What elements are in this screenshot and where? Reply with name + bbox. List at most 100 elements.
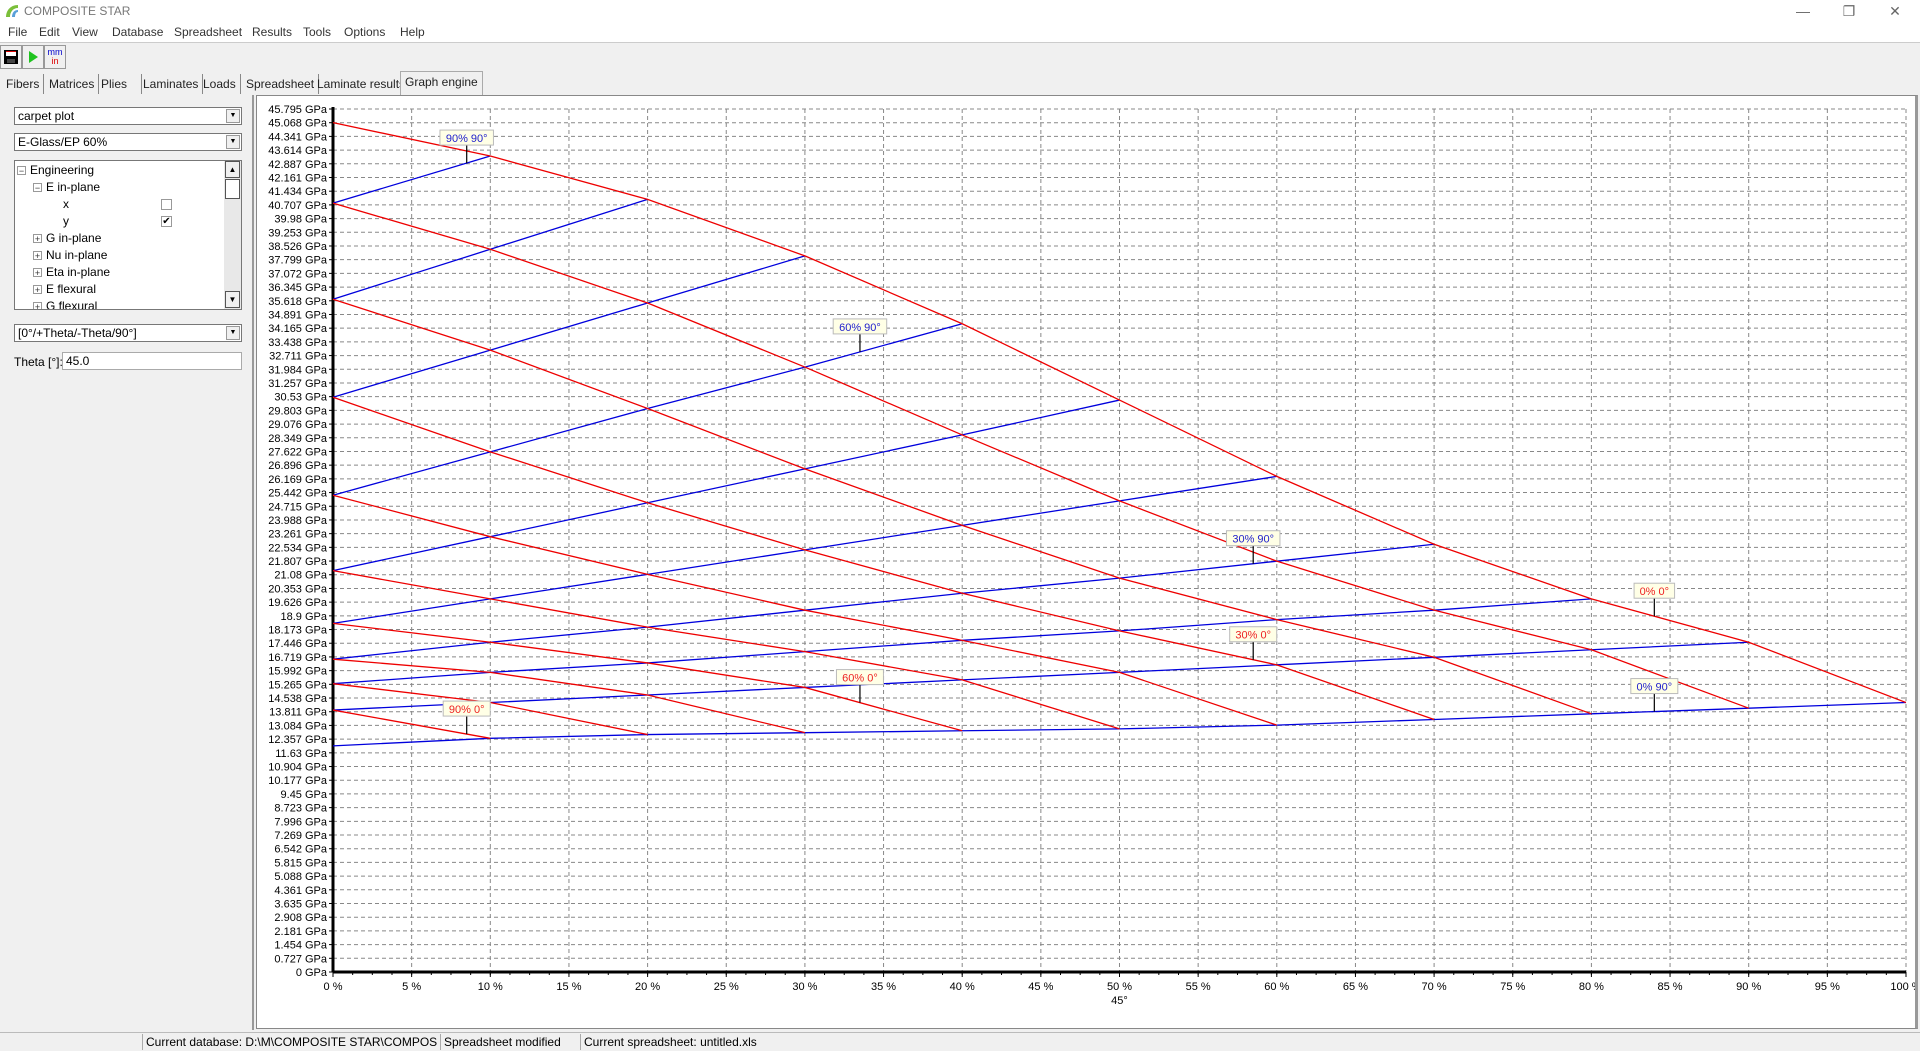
chevron-down-icon[interactable]: ▼ [226, 109, 240, 123]
y-tick-label: 15.265 GPa [268, 679, 328, 691]
tab-graph-engine[interactable]: Graph engine [400, 71, 483, 95]
menu-database[interactable]: Database [112, 25, 163, 39]
y-tick-label: 2.181 GPa [274, 926, 327, 938]
tab-fibers[interactable]: Fibers [2, 74, 45, 94]
y-tick-label: 10.177 GPa [268, 775, 328, 787]
property-tree[interactable]: − Engineering − E in-plane x y ✔ + G in-pla… [14, 160, 242, 310]
run-button[interactable] [22, 45, 44, 69]
plot-type-select[interactable]: carpet plot ▼ [14, 107, 242, 125]
tree-label: E flexural [46, 282, 97, 296]
tree-leaf-y[interactable]: y [63, 213, 69, 230]
menu-spreadsheet[interactable]: Spreadsheet [174, 25, 242, 39]
restore-button[interactable]: ❐ [1826, 0, 1872, 22]
tree-node-e-flexural[interactable]: + E flexural [33, 281, 96, 298]
chevron-down-icon[interactable]: ▼ [226, 135, 240, 149]
expand-icon[interactable]: + [33, 268, 42, 278]
play-icon [29, 51, 38, 63]
x-tick-label: 50 % [1107, 981, 1132, 993]
chart-frame: 0 GPa 0.727 GPa 1.454 GPa 2.181 GPa 2.908 GP… [256, 95, 1918, 1029]
x-tick-label: 0 % [324, 981, 343, 993]
status-modified: Spreadsheet modified [440, 1034, 578, 1050]
checkmark-icon: ✔ [162, 216, 171, 227]
expand-icon[interactable]: + [33, 251, 42, 261]
y-tick-label: 14.538 GPa [268, 693, 328, 705]
y-tick-label: 44.341 GPa [268, 131, 328, 143]
y-tick-label: 39.98 GPa [274, 214, 327, 226]
tab-laminates[interactable]: Laminates [139, 74, 204, 94]
expand-icon[interactable]: + [33, 234, 42, 244]
y-tick-label: 43.614 GPa [268, 145, 328, 157]
layup-select[interactable]: [0°/+Theta/-Theta/90°] ▼ [14, 324, 242, 342]
y-tick-label: 5.815 GPa [274, 857, 327, 869]
menu-help[interactable]: Help [400, 25, 425, 39]
material-select[interactable]: E-Glass/EP 60% ▼ [14, 133, 242, 151]
y-tick-label: 27.622 GPa [268, 446, 328, 458]
x-axis-title: 45° [1111, 995, 1128, 1007]
annotation-label: 0% 90° [1637, 682, 1673, 694]
scroll-down-icon[interactable]: ▼ [225, 291, 240, 308]
scroll-up-icon[interactable]: ▲ [225, 161, 240, 178]
y-tick-label: 0.727 GPa [274, 953, 327, 965]
y-tick-label: 13.084 GPa [268, 720, 328, 732]
y-tick-label: 20.353 GPa [268, 583, 328, 595]
tree-label: G flexural [46, 299, 98, 310]
tab-strip: Fibers Matrices Plies Laminates Loads Sp… [0, 71, 1920, 95]
minimize-button[interactable]: — [1780, 0, 1826, 22]
scroll-thumb[interactable] [225, 179, 240, 199]
collapse-icon[interactable]: − [17, 166, 26, 176]
x-tick-label: 40 % [950, 981, 975, 993]
minimize-icon: — [1796, 3, 1810, 19]
units-toggle-button[interactable]: mm in [44, 45, 66, 69]
tree-node-engineering[interactable]: − Engineering [17, 162, 94, 179]
layup-value: [0°/+Theta/-Theta/90°] [18, 326, 137, 340]
y-tick-label: 12.357 GPa [268, 734, 328, 746]
menu-options[interactable]: Options [344, 25, 385, 39]
y-tick-label: 29.803 GPa [268, 405, 328, 417]
y-tick-label: 7.269 GPa [274, 830, 327, 842]
y-tick-label: 21.08 GPa [274, 570, 327, 582]
save-button[interactable] [0, 45, 22, 69]
chevron-down-icon[interactable]: ▼ [226, 326, 240, 340]
tab-spreadsheet[interactable]: Spreadsheet [242, 74, 320, 94]
tab-matrices[interactable]: Matrices [45, 74, 100, 94]
tree-node-e-in-plane[interactable]: − E in-plane [33, 179, 100, 196]
tree-label: E in-plane [46, 180, 101, 194]
tree-scrollbar[interactable]: ▲ ▼ [224, 161, 241, 309]
tree-node-eta-in-plane[interactable]: + Eta in-plane [33, 264, 110, 281]
y-tick-label: 37.072 GPa [268, 268, 328, 280]
tree-node-g-flexural[interactable]: + G flexural [33, 298, 98, 310]
units-in-label: in [51, 56, 59, 66]
close-button[interactable]: ✕ [1872, 0, 1918, 22]
collapse-icon[interactable]: − [33, 183, 42, 193]
y-tick-label: 3.635 GPa [274, 899, 327, 911]
y-tick-label: 11.63 GPa [275, 748, 328, 760]
y-tick-label: 26.169 GPa [268, 474, 328, 486]
theta-input[interactable]: 45.0 [62, 352, 242, 370]
menu-tools[interactable]: Tools [303, 25, 331, 39]
tree-label: Engineering [30, 163, 95, 177]
expand-icon[interactable]: + [33, 285, 42, 295]
tree-node-nu-in-plane[interactable]: + Nu in-plane [33, 247, 107, 264]
menu-results[interactable]: Results [252, 25, 292, 39]
expand-icon[interactable]: + [33, 302, 42, 309]
x-tick-label: 60 % [1264, 981, 1289, 993]
checkbox-y[interactable]: ✔ [161, 216, 172, 227]
toolbar: mm in [0, 43, 1920, 71]
y-tick-label: 22.534 GPa [268, 542, 328, 554]
y-tick-label: 42.887 GPa [268, 159, 328, 171]
window-title: COMPOSITE STAR [24, 4, 131, 18]
x-tick-label: 95 % [1815, 981, 1840, 993]
y-tick-label: 34.165 GPa [268, 323, 328, 335]
tree-leaf-x[interactable]: x [63, 196, 69, 213]
menu-edit[interactable]: Edit [39, 25, 60, 39]
tab-loads[interactable]: Loads [199, 74, 241, 94]
annotation-label: 60% 0° [842, 673, 878, 685]
x-tick-label: 30 % [792, 981, 817, 993]
tab-laminate-results[interactable]: Laminate results [313, 74, 411, 94]
tree-node-g-in-plane[interactable]: + G in-plane [33, 230, 101, 247]
tab-plies[interactable]: Plies [97, 74, 142, 94]
checkbox-x[interactable] [161, 199, 172, 210]
menu-view[interactable]: View [72, 25, 98, 39]
close-icon: ✕ [1889, 2, 1901, 19]
menu-file[interactable]: File [8, 25, 27, 39]
